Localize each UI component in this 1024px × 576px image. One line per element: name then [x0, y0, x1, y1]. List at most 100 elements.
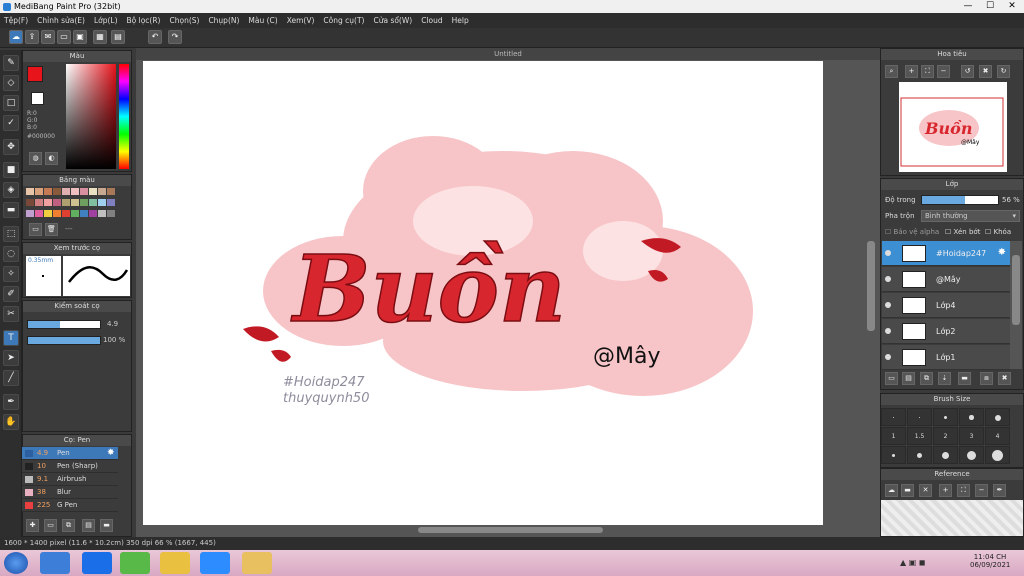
tray-icons[interactable]: ▲ ▣ ◼: [900, 558, 940, 568]
grid-icon[interactable]: ▦: [93, 30, 107, 44]
layer-new-icon[interactable]: ▭: [885, 372, 898, 385]
eye-icon[interactable]: [885, 250, 891, 256]
palette-delete-icon[interactable]: 🗑: [45, 223, 58, 236]
palette-swatch[interactable]: [35, 188, 43, 195]
maximize-button[interactable]: ☐: [980, 0, 1000, 13]
menu-tools[interactable]: Công cụ(T): [323, 16, 364, 25]
panel-icon[interactable]: ▤: [111, 30, 125, 44]
layer-opacity-slider[interactable]: [921, 195, 999, 205]
layer-merge-icon[interactable]: ⇣: [938, 372, 951, 385]
palette-swatch[interactable]: [44, 188, 52, 195]
ie-browser-icon[interactable]: [40, 552, 70, 574]
nav-rotate-right-icon[interactable]: ↻: [997, 65, 1010, 78]
file-explorer-icon[interactable]: [242, 552, 272, 574]
brush-size-cell[interactable]: 3: [959, 427, 984, 445]
brush-size-cell[interactable]: [933, 408, 958, 426]
menu-file[interactable]: Tệp(F): [4, 16, 28, 25]
brush-size-cell[interactable]: [985, 408, 1010, 426]
palette-swatch[interactable]: [107, 210, 115, 217]
palette-swatch[interactable]: [98, 210, 106, 217]
eye-icon[interactable]: [885, 302, 891, 308]
divide-tool-icon[interactable]: ╱: [3, 370, 19, 386]
canvas-tab[interactable]: Untitled: [136, 48, 880, 60]
eraser-tool-icon[interactable]: ◇: [3, 75, 19, 91]
palette-swatch[interactable]: [44, 199, 52, 206]
hue-slider[interactable]: [119, 64, 129, 169]
palette-swatch[interactable]: [71, 188, 79, 195]
palette-swatch[interactable]: [53, 199, 61, 206]
brush-list-item[interactable]: 4.9 Pen: [22, 447, 118, 460]
palette-swatch[interactable]: [80, 188, 88, 195]
brush-opacity-slider[interactable]: [27, 336, 101, 345]
palette-swatch[interactable]: [26, 210, 34, 217]
brush-size-cell[interactable]: [959, 446, 984, 464]
palette-swatch[interactable]: [89, 199, 97, 206]
upload-icon[interactable]: ⇪: [25, 30, 39, 44]
background-color-swatch[interactable]: [31, 92, 44, 105]
palette-swatch[interactable]: [35, 210, 43, 217]
select-eraser-icon[interactable]: ✂: [3, 306, 19, 322]
brush-size-cell[interactable]: 4: [985, 427, 1010, 445]
nav-zoom-icon[interactable]: ⌕: [885, 65, 898, 78]
palette-swatch[interactable]: [62, 210, 70, 217]
palette-swatch[interactable]: [35, 199, 43, 206]
zoom-icon[interactable]: [200, 552, 230, 574]
select-pen-icon[interactable]: ✐: [3, 286, 19, 302]
layer-row[interactable]: #Hoidap247 ✸: [882, 241, 1010, 266]
palette-swatch[interactable]: [62, 199, 70, 206]
layer-settings-icon[interactable]: ✸: [998, 247, 1006, 258]
menu-color[interactable]: Màu (C): [248, 16, 277, 25]
cloud-icon[interactable]: ☁: [9, 30, 23, 44]
brush-size-cell[interactable]: [907, 446, 932, 464]
palette-swatch[interactable]: [98, 199, 106, 206]
move-tool-icon[interactable]: ✥: [3, 139, 19, 155]
brush-list-item[interactable]: 38 Blur: [22, 486, 118, 499]
ref-fit-icon[interactable]: ⛶: [957, 484, 970, 497]
brush-add-icon[interactable]: ✚: [26, 519, 39, 532]
menu-view[interactable]: Xem(V): [287, 16, 315, 25]
palette-swatch[interactable]: [107, 188, 115, 195]
layer-row[interactable]: @Mây: [882, 267, 1010, 292]
nav-reset-icon[interactable]: ✖: [979, 65, 992, 78]
brush-list-item[interactable]: 9.1 Airbrush: [22, 473, 118, 486]
brush-size-cell[interactable]: [881, 408, 906, 426]
layer-row[interactable]: Lớp1: [882, 345, 1010, 370]
new-file-icon[interactable]: ▭: [57, 30, 71, 44]
menu-window[interactable]: Cửa sổ(W): [373, 16, 412, 25]
palette-swatch[interactable]: [62, 188, 70, 195]
palette-swatch[interactable]: [89, 210, 97, 217]
bucket-tool-icon[interactable]: ◈: [3, 182, 19, 198]
vertical-scrollbar[interactable]: [864, 61, 878, 525]
minimize-button[interactable]: —: [958, 0, 978, 13]
palette-swatch[interactable]: [26, 188, 34, 195]
color-wheel-icon[interactable]: ◍: [29, 152, 42, 165]
layer-scrollbar[interactable]: [1010, 241, 1022, 369]
text-tool-icon[interactable]: T: [3, 330, 19, 346]
ref-zoom-in-icon[interactable]: +: [939, 484, 952, 497]
brush-size-cell[interactable]: [933, 446, 958, 464]
horizontal-scrollbar[interactable]: [143, 525, 823, 535]
undo-icon[interactable]: ↶: [148, 30, 162, 44]
operation-tool-icon[interactable]: ➤: [3, 350, 19, 366]
select-tool-icon[interactable]: ⬚: [3, 226, 19, 242]
chrome-icon[interactable]: [160, 552, 190, 574]
layer-row[interactable]: Lớp4: [882, 293, 1010, 318]
brush-size-cell[interactable]: 1: [881, 427, 906, 445]
palette-swatch[interactable]: [71, 199, 79, 206]
layer-new-raster-icon[interactable]: ▤: [902, 372, 915, 385]
menu-select[interactable]: Chọn(S): [169, 16, 199, 25]
brush-copy-icon[interactable]: ⧉: [62, 519, 75, 532]
nav-fit-icon[interactable]: ⛶: [921, 65, 934, 78]
color-add-icon[interactable]: ◐: [45, 152, 58, 165]
palette-swatch[interactable]: [98, 188, 106, 195]
palette-swatch[interactable]: [71, 210, 79, 217]
ref-close-icon[interactable]: ✕: [919, 484, 932, 497]
palette-swatch[interactable]: [89, 188, 97, 195]
eyedropper-icon[interactable]: ✒: [3, 394, 19, 410]
pen-tool-icon[interactable]: ✓: [3, 115, 19, 131]
foreground-color-swatch[interactable]: [27, 66, 43, 82]
navigator-thumbnail[interactable]: Buồn @Mây: [899, 82, 1007, 172]
brush-tool-icon[interactable]: ✎: [3, 55, 19, 71]
zalo-icon[interactable]: [82, 552, 112, 574]
fill-rect-tool-icon[interactable]: ■: [3, 162, 19, 178]
